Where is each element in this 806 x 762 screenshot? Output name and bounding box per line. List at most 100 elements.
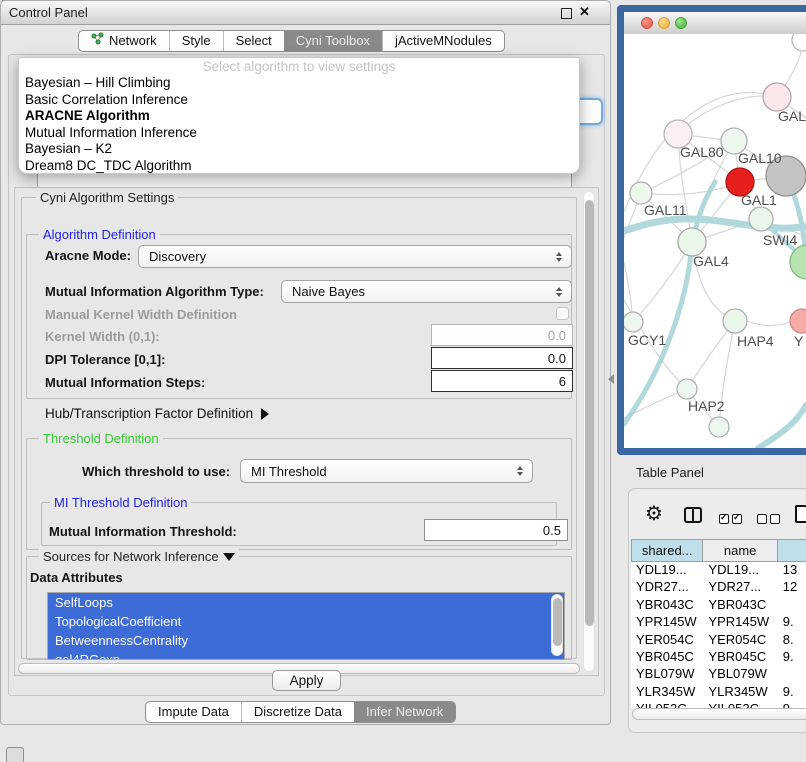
network-node-gcy1[interactable] <box>624 312 643 332</box>
table-cell: YIL052C <box>703 701 777 708</box>
minimize-traffic-light-icon[interactable] <box>658 17 670 29</box>
table-cell: YBL079W <box>631 666 703 683</box>
network-node-hap4[interactable] <box>723 309 747 333</box>
table-horizontal-scrollbar[interactable] <box>632 708 806 720</box>
attribute-list-scrollbar[interactable] <box>551 594 563 656</box>
attribute-item-topologicalcoefficient[interactable]: TopologicalCoefficient <box>48 612 564 631</box>
table-row[interactable]: YBL079WYBL079W <box>631 666 806 683</box>
gear-icon[interactable]: ⚙ <box>645 501 663 526</box>
network-node[interactable] <box>792 34 806 51</box>
network-node-y[interactable] <box>790 309 806 333</box>
tab-style[interactable]: Style <box>169 31 223 51</box>
algorithm-item-dream8-dc-tdc-algorithm[interactable]: Dream8 DC_TDC Algorithm <box>19 158 579 175</box>
minimized-panel-icon[interactable] <box>6 747 24 762</box>
tab-cyni-toolbox[interactable]: Cyni Toolbox <box>284 31 382 51</box>
data-attributes-label: Data Attributes <box>30 570 123 585</box>
network-node-gal4[interactable] <box>678 228 706 256</box>
algorithm-select-prompt: Select algorithm to view settings <box>19 58 579 75</box>
unchecked-pair-icon[interactable] <box>757 511 783 529</box>
tab-impute-data[interactable]: Impute Data <box>146 702 241 722</box>
apply-button[interactable]: Apply <box>272 670 341 691</box>
column-header-shared[interactable]: shared... <box>631 539 703 562</box>
algorithm-item-bayesian-hill-climbing[interactable]: Bayesian – Hill Climbing <box>19 75 579 92</box>
attribute-item-selfloops[interactable]: SelfLoops <box>48 593 564 612</box>
close-traffic-light-icon[interactable] <box>641 17 653 29</box>
node-label-gal: GAL <box>778 108 806 124</box>
mi-threshold-field[interactable]: 0.5 <box>424 519 568 541</box>
tab-jactivemnodules[interactable]: jActiveMNodules <box>382 31 504 51</box>
kernel-width-value: 0.0 <box>548 328 566 343</box>
node-label-gal4: GAL4 <box>693 253 729 269</box>
tab-label-cyni-toolbox: Cyni Toolbox <box>296 31 370 51</box>
algorithm-item-aracne-algorithm[interactable]: ARACNE Algorithm <box>19 108 579 125</box>
mi-steps-field[interactable]: 6 <box>431 370 573 392</box>
float-window-icon[interactable] <box>561 8 572 19</box>
page-icon[interactable] <box>795 505 806 523</box>
mi-steps-label: Mutual Information Steps: <box>45 375 205 390</box>
table-cell: YBL079W <box>703 666 777 683</box>
table-row[interactable]: YLR345WYLR345W9. <box>631 684 806 701</box>
panel-divider-handle[interactable] <box>608 374 614 384</box>
node-label-hap2: HAP2 <box>688 398 725 414</box>
data-attributes-list[interactable]: SelfLoopsTopologicalCoefficientBetweenne… <box>47 592 565 660</box>
dpi-tolerance-label: DPI Tolerance [0,1]: <box>45 352 165 367</box>
table-cell: 9. <box>778 684 806 701</box>
table-cell: 13 <box>778 562 806 579</box>
tab-infer-network[interactable]: Infer Network <box>354 702 455 722</box>
tab-network[interactable]: Network <box>79 31 169 51</box>
table-cell <box>778 597 806 614</box>
algorithm-item-bayesian-k2[interactable]: Bayesian – K2 <box>19 141 579 158</box>
algorithm-item-mutual-information-inference[interactable]: Mutual Information Inference <box>19 125 579 142</box>
hub-section[interactable]: Hub/Transcription Factor Definition <box>45 406 269 421</box>
aracne-mode-combo[interactable]: Discovery <box>138 245 572 268</box>
checked-pair-icon[interactable] <box>719 511 745 529</box>
attribute-item-gal4rgexp[interactable]: gal4RGexp <box>48 650 564 660</box>
table-row[interactable]: YPR145WYPR145W9. <box>631 614 806 631</box>
table-cell: 9. <box>778 701 806 708</box>
table-cell: YBR045C <box>703 649 777 666</box>
attribute-item-betweennesscentrality[interactable]: BetweennessCentrality <box>48 631 564 650</box>
table-row[interactable]: YER054CYER054C8. <box>631 632 806 649</box>
tab-label-discretize-data: Discretize Data <box>254 702 342 722</box>
dpi-tolerance-value: 0.0 <box>548 351 566 366</box>
network-node[interactable] <box>709 417 729 437</box>
table-cell: YLR345W <box>631 684 703 701</box>
network-canvas[interactable]: GALGAL80GAL10GAL1GAL11SWI4GAL4GCY1HAP4YH… <box>624 34 806 448</box>
network-node-hap2[interactable] <box>677 379 697 399</box>
column-header-name[interactable]: name <box>703 539 777 562</box>
column-header-cut[interactable] <box>778 539 806 562</box>
table-row[interactable]: YDR27...YDR27...12 <box>631 579 806 596</box>
sources-group-title[interactable]: Sources for Network Inference <box>39 549 239 564</box>
mi-type-combo[interactable]: Naive Bayes <box>281 280 572 303</box>
kernel-width-label: Kernel Width (0,1): <box>45 329 160 344</box>
table-cell: YBR043C <box>703 597 777 614</box>
collapse-down-icon <box>223 553 235 561</box>
settings-vertical-scrollbar[interactable] <box>583 191 595 672</box>
close-icon[interactable]: ✕ <box>579 4 590 20</box>
aracne-mode-label: Aracne Mode: <box>45 248 131 263</box>
zoom-traffic-light-icon[interactable] <box>675 17 687 29</box>
mi-threshold-group-title: MI Threshold Definition <box>50 495 191 510</box>
network-node-gal[interactable] <box>763 83 791 111</box>
which-threshold-combo[interactable]: MI Threshold <box>240 459 533 483</box>
kernel-width-field[interactable]: 0.0 <box>431 324 573 346</box>
mi-type-label: Mutual Information Algorithm Type: <box>45 284 264 299</box>
table-row[interactable]: YBR043CYBR043C <box>631 597 806 614</box>
table-cell: YER054C <box>631 632 703 649</box>
hub-section-label: Hub/Transcription Factor Definition <box>45 406 253 421</box>
dpi-tolerance-field[interactable]: 0.0 <box>431 347 573 369</box>
network-node-gal11[interactable] <box>630 182 652 204</box>
table-row[interactable]: YIL052CYIL052C9. <box>631 701 806 708</box>
tab-select[interactable]: Select <box>223 31 284 51</box>
table-row[interactable]: YBR045CYBR045C9. <box>631 649 806 666</box>
split-columns-icon[interactable] <box>684 507 702 523</box>
table-row[interactable]: YDL19...YDL19...13 <box>631 562 806 579</box>
node-label-swi4: SWI4 <box>763 232 797 248</box>
tab-label-style: Style <box>182 31 211 51</box>
manual-kernel-checkbox[interactable] <box>556 307 569 320</box>
network-window-titlebar <box>624 12 806 35</box>
control-panel-title: Control Panel <box>9 5 88 20</box>
algorithm-item-basic-correlation-inference[interactable]: Basic Correlation Inference <box>19 92 579 109</box>
network-node-swi4[interactable] <box>749 207 773 231</box>
tab-discretize-data[interactable]: Discretize Data <box>241 702 354 722</box>
